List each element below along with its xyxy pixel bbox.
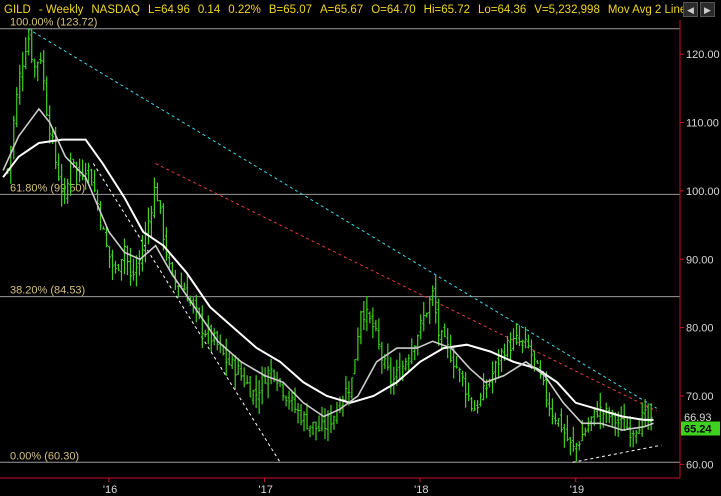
y-tick-label: 80.00: [686, 323, 714, 335]
x-tick-label: '17: [259, 484, 273, 496]
fib-level-label: 61.80% (99.50): [10, 182, 85, 194]
x-tick-label: '18: [414, 484, 428, 496]
price-chart[interactable]: 100.00% (123.72) 61.80% (99.50) 38.20% (84…: [0, 0, 721, 496]
ma-slow-line: [2, 138, 654, 421]
fib-level-label: 100.00% (123.72): [10, 17, 97, 29]
fib-level-label: 38.20% (84.53): [10, 285, 85, 297]
trendline-white: [92, 163, 281, 463]
last-price-label: 65.24: [684, 424, 712, 436]
trendline-white: [572, 444, 662, 463]
y-tick-label: 110.00: [686, 118, 719, 130]
y-tick-label: 90.00: [686, 254, 714, 266]
y-tick-label: 100.00: [686, 186, 720, 198]
trendline-cyan: [27, 28, 657, 409]
y-tick-label: 60.00: [686, 459, 714, 471]
y-tick-label: 120.00: [686, 49, 720, 61]
x-tick-label: '16: [103, 484, 117, 496]
fib-level-label: 0.00% (60.30): [10, 450, 79, 462]
x-tick-label: '19: [570, 484, 584, 496]
y-tick-label: 70.00: [686, 391, 714, 403]
